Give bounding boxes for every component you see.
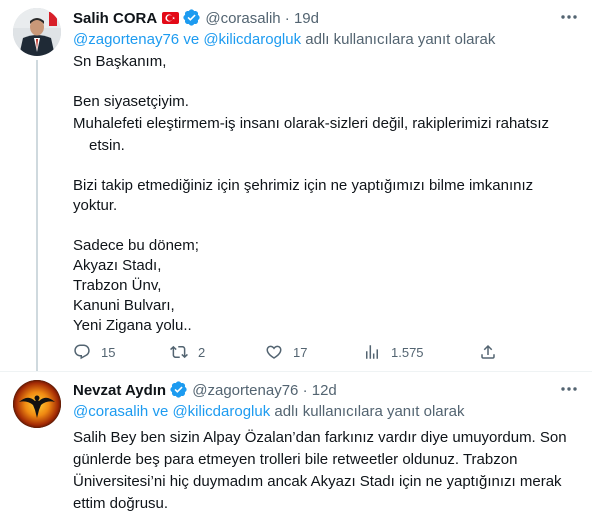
verified-icon — [183, 9, 200, 26]
tweet-line: günlerde beş para etmeyen trolleri bile … — [73, 451, 518, 468]
tweet-line: Bizi takip etmediğiniz için şehrimiz içi… — [73, 177, 534, 194]
views-icon — [366, 345, 378, 359]
tweet-line: Akyazı Stadı, — [73, 257, 162, 274]
retweet-icon — [170, 345, 188, 359]
reply-suffix: adlı kullanıcılara yanıt olarak — [274, 403, 465, 420]
separator-dot: · — [284, 10, 290, 27]
thread-line — [36, 60, 38, 372]
avatar[interactable] — [13, 380, 61, 428]
reply-button[interactable]: 15 — [73, 343, 115, 363]
tweet-line: Salih Bey ben sizin Alpay Özalan’dan far… — [73, 429, 567, 446]
tweet-line: Sadece bu dönem; — [73, 237, 199, 254]
tweet-line: yoktur. — [73, 197, 118, 214]
author-name[interactable]: Nevzat Aydın — [73, 382, 166, 399]
tweet-date[interactable]: 19d — [294, 10, 319, 27]
views-count: 1.575 — [391, 345, 424, 360]
replying-to: @zagortenay76 ve @kilicdarogluk adlı kul… — [73, 30, 495, 50]
mention-link[interactable]: @kilicdarogluk — [172, 403, 270, 420]
tweet-salih-cora[interactable]: Salih CORA @corasalih · 19d @zagortenay7… — [0, 0, 592, 372]
separator-dot: · — [302, 382, 308, 399]
reply-count: 15 — [101, 345, 116, 360]
tweet-line: Yeni Zigana yolu.. — [73, 317, 192, 334]
like-button[interactable]: 17 — [265, 343, 307, 363]
reply-joiner: ve — [183, 31, 200, 48]
tweet-line: Kanuni Bulvarı, — [73, 297, 175, 314]
verified-icon — [170, 381, 187, 398]
share-button[interactable] — [479, 343, 497, 363]
tweet-header: Salih CORA @corasalih · 19d — [73, 8, 572, 28]
tweet-line: ettim doğrusu. — [73, 495, 169, 512]
tweet-line: Üniversitesi’ni hiç duymadım ancak Akyaz… — [73, 473, 562, 490]
replying-to: @corasalih ve @kilicdarogluk adlı kullan… — [73, 402, 465, 422]
tweet-line: Ben siyasetçiyim. — [73, 93, 189, 110]
tweet-header: Nevzat Aydın @zagortenay76 · 12d — [73, 380, 572, 400]
turkey-flag-icon — [162, 12, 180, 24]
reply-joiner: ve — [152, 403, 169, 420]
views-button[interactable]: 1.575 — [363, 343, 424, 363]
share-icon — [481, 344, 495, 359]
like-count: 17 — [293, 345, 308, 360]
mention-link[interactable]: @kilicdarogluk — [203, 31, 301, 48]
tweet-line: Sn Başkanım, — [73, 53, 167, 70]
tweet-date[interactable]: 12d — [312, 382, 337, 399]
tweet-line: Trabzon Ünv, — [73, 277, 162, 294]
tweet-nevzat-aydin[interactable]: Nevzat Aydın @zagortenay76 · 12d @corasa… — [0, 372, 592, 513]
more-icon[interactable] — [560, 14, 578, 20]
tweet-actions: 15 2 17 1.575 — [73, 343, 503, 363]
like-icon — [266, 345, 282, 359]
tweet-line: Muhalefeti eleştirmem-iş insanı olarak-s… — [73, 115, 549, 132]
tweet-line: etsin. — [89, 137, 125, 154]
author-handle[interactable]: @corasalih — [205, 10, 280, 27]
author-handle[interactable]: @zagortenay76 — [192, 382, 298, 399]
reply-suffix: adlı kullanıcılara yanıt olarak — [305, 31, 496, 48]
avatar[interactable] — [13, 8, 61, 56]
mention-link[interactable]: @zagortenay76 — [73, 31, 179, 48]
retweet-count: 2 — [198, 345, 206, 360]
mention-link[interactable]: @corasalih — [73, 403, 148, 420]
more-icon[interactable] — [560, 386, 578, 392]
retweet-button[interactable]: 2 — [170, 343, 205, 363]
author-name[interactable]: Salih CORA — [73, 10, 157, 27]
reply-icon — [74, 344, 90, 360]
